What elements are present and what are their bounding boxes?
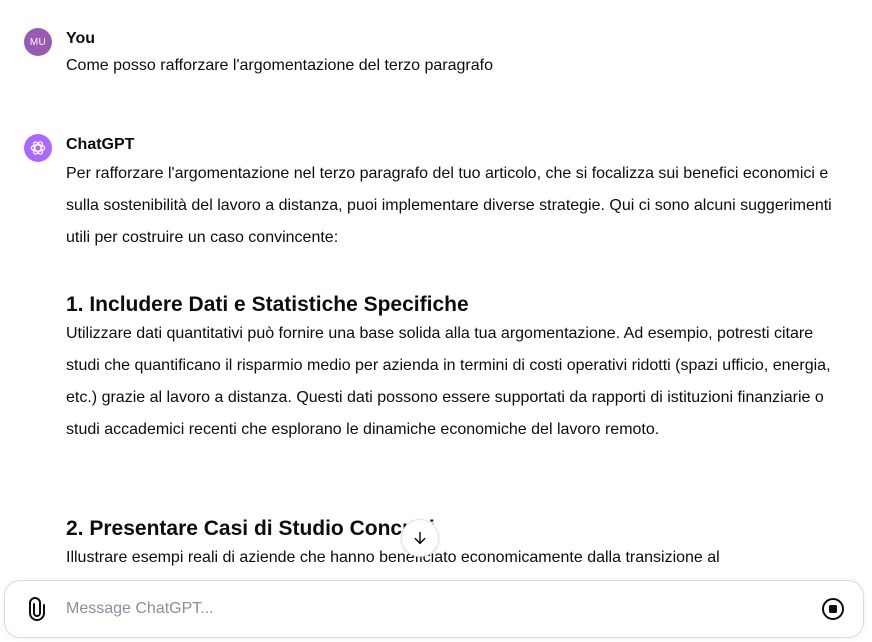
user-message: MU You Come posso rafforzare l'argomenta… <box>24 28 848 88</box>
message-composer[interactable]: Message ChatGPT... <box>4 580 864 638</box>
assistant-message: ChatGPT Per rafforzare l'argomentazione … <box>24 134 848 584</box>
message-input[interactable]: Message ChatGPT... <box>66 600 214 618</box>
scroll-to-bottom-button[interactable] <box>401 519 439 557</box>
stop-icon <box>822 598 844 620</box>
section-heading-1: 1. Includere Dati e Statistiche Specific… <box>66 293 469 316</box>
user-message-text: Come posso rafforzare l'argomentazione d… <box>66 57 493 74</box>
section-text-2: Illustrare esempi reali di aziende che h… <box>66 549 720 566</box>
user-avatar-initials: MU <box>29 36 47 48</box>
openai-logo-icon <box>24 134 52 162</box>
response-intro: Per rafforzare l'argomentazione nel terz… <box>66 165 832 246</box>
paperclip-icon <box>29 597 45 621</box>
assistant-author-name: ChatGPT <box>66 136 135 153</box>
arrow-down-icon <box>414 531 426 545</box>
attach-button[interactable] <box>25 597 49 621</box>
section-text-1: Utilizzare dati quantitativi può fornire… <box>66 325 831 438</box>
user-author-name: You <box>66 30 96 47</box>
section-heading-2: 2. Presentare Casi di Studio Concreti <box>66 517 435 540</box>
stop-generating-button[interactable] <box>821 597 845 621</box>
user-avatar: MU <box>24 28 52 56</box>
